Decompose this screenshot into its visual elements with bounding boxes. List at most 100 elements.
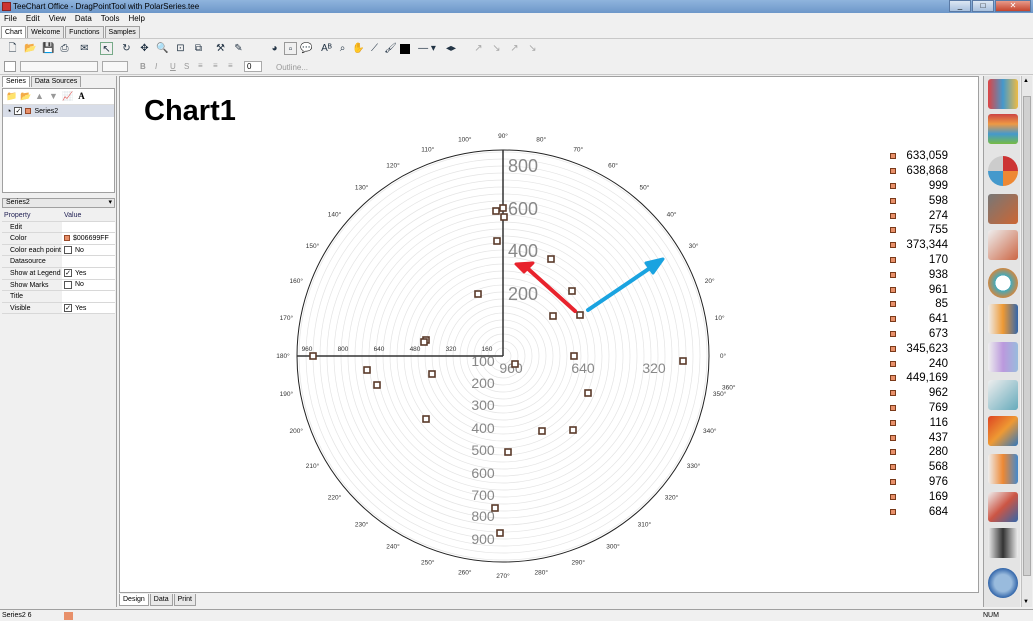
gallery-arrow-icon[interactable]: [988, 492, 1018, 522]
property-value[interactable]: [62, 221, 115, 233]
legend-item[interactable]: 449,169: [888, 371, 978, 386]
property-row[interactable]: Datasource: [2, 256, 115, 268]
legend-item[interactable]: 962: [888, 386, 978, 401]
tab-welcome[interactable]: Welcome: [27, 26, 65, 38]
property-row[interactable]: Visible ✓ Yes: [2, 302, 115, 315]
legend-item[interactable]: 976: [888, 475, 978, 490]
legend-item[interactable]: 938: [888, 267, 978, 282]
gallery-scrollbar[interactable]: ▲ ▼: [1021, 76, 1032, 607]
legend-item[interactable]: 641: [888, 312, 978, 327]
legend-item[interactable]: 769: [888, 401, 978, 416]
font-size-combo[interactable]: [102, 61, 128, 72]
gallery-bar-icon[interactable]: [988, 79, 1018, 109]
series-visible-checkbox[interactable]: ✓: [14, 107, 23, 115]
text-box-icon[interactable]: ▫: [284, 42, 297, 55]
italic-icon[interactable]: I: [155, 62, 157, 71]
move-icon[interactable]: ✥: [138, 42, 151, 55]
tab-design[interactable]: Design: [119, 594, 149, 606]
align-icon[interactable]: ↗: [472, 42, 485, 55]
export-icon[interactable]: ✉: [78, 42, 91, 55]
legend-item[interactable]: 280: [888, 445, 978, 460]
tab-series[interactable]: Series: [2, 76, 30, 87]
legend-item[interactable]: 598: [888, 193, 978, 208]
tab-samples[interactable]: Samples: [104, 26, 140, 38]
line-style-icon[interactable]: — ▾: [416, 42, 438, 55]
tab-data[interactable]: Data: [149, 594, 173, 606]
menu-view[interactable]: View: [49, 13, 66, 25]
legend-item[interactable]: 755: [888, 223, 978, 238]
gallery-pie-icon[interactable]: [988, 156, 1018, 186]
save-icon[interactable]: 💾: [42, 42, 55, 55]
gallery-horizbar-icon[interactable]: [988, 114, 1018, 144]
legend-item[interactable]: 568: [888, 460, 978, 475]
hand-icon[interactable]: ✋: [352, 42, 365, 55]
maximize-button[interactable]: □: [972, 0, 994, 12]
legend-item[interactable]: 961: [888, 282, 978, 297]
tab-functions[interactable]: Functions: [65, 26, 104, 38]
align-center-icon[interactable]: ≡: [213, 61, 218, 70]
font-name-combo[interactable]: [20, 61, 98, 72]
edit-chart-icon[interactable]: ✎: [232, 42, 245, 55]
tools-icon[interactable]: ⚒: [214, 42, 227, 55]
fill-color-icon[interactable]: 🖌: [384, 42, 397, 55]
title-icon[interactable]: A: [76, 91, 87, 102]
arrows-icon[interactable]: ◂▸: [442, 42, 460, 55]
property-row[interactable]: Title: [2, 291, 115, 303]
menu-tools[interactable]: Tools: [101, 13, 120, 25]
property-checkbox[interactable]: ✓: [64, 269, 72, 278]
pointer-icon[interactable]: ↖: [100, 42, 113, 55]
gallery-gantt-icon[interactable]: [988, 304, 1018, 334]
add-series-icon[interactable]: 📁: [6, 91, 17, 102]
tab-print[interactable]: Print: [173, 594, 196, 606]
menu-help[interactable]: Help: [128, 13, 144, 25]
property-row[interactable]: Show at Legend ✓ Yes: [2, 267, 115, 280]
gallery-surface-icon[interactable]: [988, 416, 1018, 446]
property-value[interactable]: No: [62, 279, 115, 291]
magnifier-icon[interactable]: ⌕: [336, 42, 349, 55]
legend-item[interactable]: 633,059: [888, 149, 978, 164]
series-row[interactable]: ◔ ✓ Series2: [3, 105, 114, 117]
3d-icon[interactable]: ⧉: [192, 42, 205, 55]
outline-button[interactable]: Outline...: [276, 63, 308, 72]
align-right-icon[interactable]: ≡: [228, 61, 233, 70]
property-checkbox[interactable]: [64, 246, 72, 255]
scroll-up-icon[interactable]: ▲: [1023, 78, 1029, 84]
style-box[interactable]: [4, 61, 16, 72]
gallery-donut-icon[interactable]: [988, 268, 1018, 298]
minimize-button[interactable]: _: [949, 0, 971, 12]
print-icon[interactable]: ⎙: [58, 42, 71, 55]
legend-item[interactable]: 673: [888, 327, 978, 342]
open-icon[interactable]: 📂: [24, 42, 37, 55]
property-value[interactable]: [62, 256, 115, 267]
close-button[interactable]: ✕: [995, 0, 1031, 12]
property-checkbox[interactable]: [64, 280, 72, 289]
menu-file[interactable]: File: [4, 13, 17, 25]
property-row[interactable]: Color each point No: [2, 244, 115, 257]
line-icon[interactable]: ⟋: [368, 42, 381, 55]
property-value[interactable]: ✓ Yes: [62, 302, 115, 314]
gallery-area-icon[interactable]: [988, 342, 1018, 372]
property-value[interactable]: [62, 291, 115, 302]
move-down-icon[interactable]: ▼: [48, 91, 59, 102]
align-left-icon[interactable]: ≡: [198, 61, 203, 70]
strikeout-icon[interactable]: S: [184, 62, 189, 71]
move-up-icon[interactable]: ▲: [34, 91, 45, 102]
callout-icon[interactable]: 💬: [300, 42, 313, 55]
legend-item[interactable]: 345,623: [888, 341, 978, 356]
zoom-icon[interactable]: 🔍: [156, 42, 169, 55]
chart-canvas[interactable]: Chart1 0° 10° 20° 30° 40° 50° 60° 70° 80° 90° 100°…: [119, 76, 979, 593]
scroll-down-icon[interactable]: ▼: [1023, 599, 1029, 605]
rotate-icon[interactable]: ↻: [120, 42, 133, 55]
underline-icon[interactable]: U: [170, 62, 176, 71]
legend-item[interactable]: 240: [888, 356, 978, 371]
property-checkbox[interactable]: ✓: [64, 304, 72, 313]
edit-series-icon[interactable]: 📂: [20, 91, 31, 102]
legend-item[interactable]: 684: [888, 504, 978, 519]
property-value[interactable]: ✓ Yes: [62, 267, 115, 279]
gallery-3d-icon[interactable]: [988, 194, 1018, 224]
font-icon[interactable]: Aᴮ: [320, 42, 333, 55]
polar-chart[interactable]: 0° 10° 20° 30° 40° 50° 60° 70° 80° 90° 100° 110° 120…: [120, 77, 980, 594]
gallery-gauge-icon[interactable]: [988, 568, 1018, 598]
gallery-candle-icon[interactable]: [988, 454, 1018, 484]
legend-item[interactable]: 169: [888, 489, 978, 504]
